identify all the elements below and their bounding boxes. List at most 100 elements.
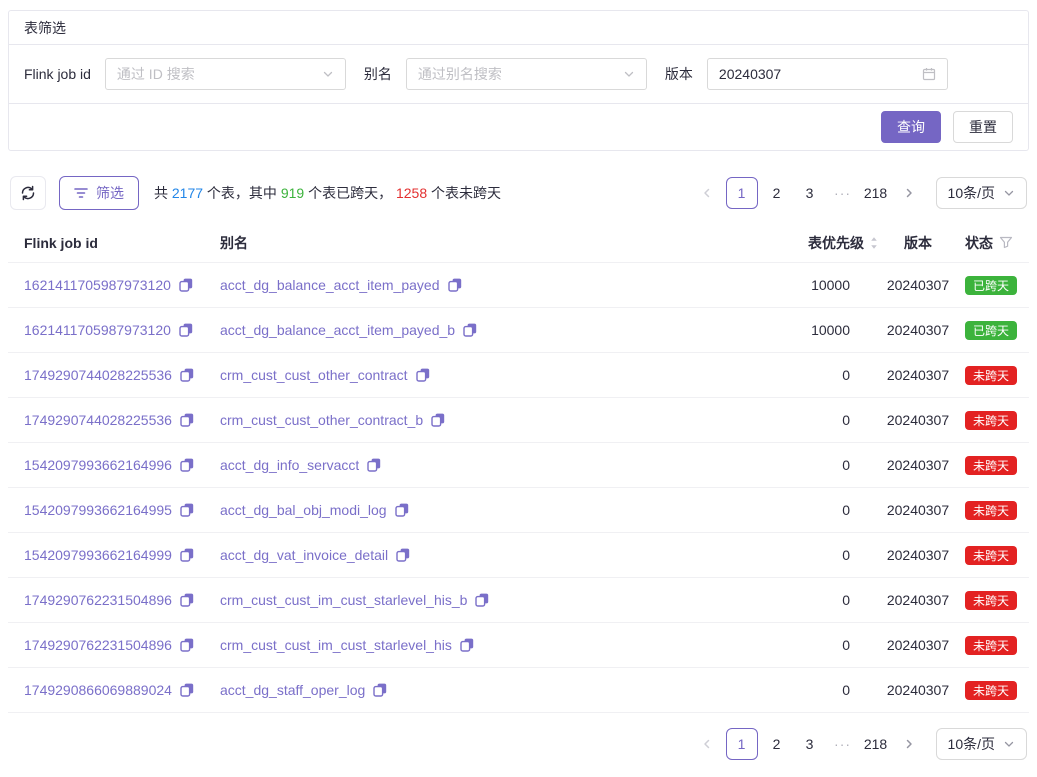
sorter-icon[interactable] [869, 236, 879, 250]
copy-icon[interactable] [180, 413, 194, 427]
copy-icon[interactable] [180, 593, 194, 607]
flink-job-id-link[interactable]: 1542097993662164996 [24, 457, 172, 473]
page-button-1[interactable]: 1 [726, 728, 758, 760]
version-date-input[interactable]: 20240307 [707, 58, 948, 90]
table-row: 1542097993662164999 acct_dg_vat_invoice_… [8, 533, 1029, 578]
copy-icon[interactable] [179, 323, 193, 337]
alias-link[interactable]: acct_dg_balance_acct_item_payed [220, 277, 440, 293]
alias-link[interactable]: acct_dg_staff_oper_log [220, 682, 365, 698]
page-button-3[interactable]: 3 [796, 177, 824, 209]
copy-icon[interactable] [448, 278, 462, 292]
filter-button[interactable]: 筛选 [59, 176, 139, 210]
alias-select[interactable]: 通过别名搜索 [406, 58, 647, 90]
alias-link[interactable]: acct_dg_bal_obj_modi_log [220, 502, 387, 518]
alias-link[interactable]: acct_dg_info_servacct [220, 457, 359, 473]
page-size-value: 10条/页 [948, 734, 995, 754]
flink-job-id-link[interactable]: 1621411705987973120 [24, 322, 171, 338]
version-cell: 20240307 [879, 367, 957, 383]
prev-page-button[interactable] [693, 728, 721, 760]
alias-link[interactable]: crm_cust_cust_other_contract_b [220, 412, 423, 428]
header-flink-job-id: Flink job id [24, 235, 220, 251]
flink-job-id-link[interactable]: 1749290762231504896 [24, 592, 172, 608]
copy-icon[interactable] [416, 368, 430, 382]
next-page-button[interactable] [895, 177, 923, 209]
page-button-3[interactable]: 3 [796, 728, 824, 760]
copy-icon[interactable] [180, 638, 194, 652]
flink-job-id-link[interactable]: 1749290744028225536 [24, 412, 172, 428]
funnel-filter-icon[interactable] [999, 236, 1013, 249]
version-label: 版本 [665, 64, 693, 84]
alias-cell: acct_dg_bal_obj_modi_log [220, 502, 659, 518]
job-id-select[interactable]: 通过 ID 搜索 [105, 58, 346, 90]
page-button-1[interactable]: 1 [726, 177, 758, 209]
refresh-button[interactable] [10, 176, 46, 210]
status-cell: 未跨天 [957, 636, 1013, 655]
table-row: 1749290866069889024 acct_dg_staff_oper_l… [8, 668, 1029, 713]
copy-icon[interactable] [475, 593, 489, 607]
page-size-select[interactable]: 10条/页 [936, 177, 1027, 209]
copy-icon[interactable] [180, 548, 194, 562]
alias-link[interactable]: acct_dg_vat_invoice_detail [220, 547, 388, 563]
flink-job-id-link[interactable]: 1621411705987973120 [24, 277, 171, 293]
status-badge: 未跨天 [965, 636, 1017, 655]
alias-link[interactable]: crm_cust_cust_im_cust_starlevel_his [220, 637, 452, 653]
alias-cell: acct_dg_staff_oper_log [220, 682, 659, 698]
bottom-pagination-wrap: 1 2 3 ··· 218 10条/页 [10, 728, 1027, 760]
header-version: 版本 [879, 233, 957, 253]
summary-prefix: 共 [154, 185, 172, 201]
copy-icon[interactable] [180, 503, 194, 517]
alias-cell: crm_cust_cust_other_contract [220, 367, 659, 383]
copy-icon[interactable] [396, 548, 410, 562]
page-ellipsis[interactable]: ··· [829, 177, 857, 209]
status-cell: 未跨天 [957, 411, 1013, 430]
header-priority[interactable]: 表优先级 [659, 233, 879, 253]
flink-job-id-link[interactable]: 1749290866069889024 [24, 682, 172, 698]
refresh-icon [20, 185, 36, 201]
flink-job-id-cell: 1749290762231504896 [24, 592, 220, 608]
next-page-button[interactable] [895, 728, 923, 760]
header-priority-label: 表优先级 [808, 233, 864, 253]
copy-icon[interactable] [180, 368, 194, 382]
flink-job-id-link[interactable]: 1749290744028225536 [24, 367, 172, 383]
copy-icon[interactable] [431, 413, 445, 427]
flink-job-id-link[interactable]: 1542097993662164995 [24, 502, 172, 518]
version-cell: 20240307 [879, 592, 957, 608]
query-button[interactable]: 查询 [881, 111, 941, 143]
alias-link[interactable]: crm_cust_cust_im_cust_starlevel_his_b [220, 592, 467, 608]
copy-icon[interactable] [180, 683, 194, 697]
alias-link[interactable]: crm_cust_cust_other_contract [220, 367, 408, 383]
status-cell: 已跨天 [957, 276, 1013, 295]
page-size-select[interactable]: 10条/页 [936, 728, 1027, 760]
flink-job-id-cell: 1542097993662164999 [24, 547, 220, 563]
page-button-2[interactable]: 2 [763, 177, 791, 209]
copy-icon[interactable] [395, 503, 409, 517]
version-cell: 20240307 [879, 682, 957, 698]
header-status-label: 状态 [965, 233, 993, 253]
page-button-last[interactable]: 218 [862, 728, 890, 760]
page-button-2[interactable]: 2 [763, 728, 791, 760]
page-ellipsis[interactable]: ··· [829, 728, 857, 760]
prev-page-button[interactable] [693, 177, 721, 209]
table-row: 1542097993662164996 acct_dg_info_servacc… [8, 443, 1029, 488]
copy-icon[interactable] [179, 278, 193, 292]
status-badge: 未跨天 [965, 501, 1017, 520]
priority-cell: 10000 [659, 277, 879, 293]
status-cell: 未跨天 [957, 501, 1013, 520]
reset-button[interactable]: 重置 [953, 111, 1013, 143]
summary-mid2: 个表已跨天， [304, 185, 396, 201]
flink-job-id-link[interactable]: 1542097993662164999 [24, 547, 172, 563]
header-status: 状态 [957, 233, 1013, 253]
chevron-down-icon [322, 68, 334, 80]
job-id-placeholder: 通过 ID 搜索 [117, 64, 322, 84]
copy-icon[interactable] [460, 638, 474, 652]
copy-icon[interactable] [463, 323, 477, 337]
copy-icon[interactable] [373, 683, 387, 697]
pagination-bottom: 1 2 3 ··· 218 10条/页 [693, 728, 1027, 760]
alias-link[interactable]: acct_dg_balance_acct_item_payed_b [220, 322, 455, 338]
copy-icon[interactable] [367, 458, 381, 472]
flink-job-id-link[interactable]: 1749290762231504896 [24, 637, 172, 653]
page-button-last[interactable]: 218 [862, 177, 890, 209]
copy-icon[interactable] [180, 458, 194, 472]
table-summary: 共 2177 个表，其中 919 个表已跨天， 1258 个表未跨天 [154, 183, 501, 203]
status-badge: 未跨天 [965, 591, 1017, 610]
